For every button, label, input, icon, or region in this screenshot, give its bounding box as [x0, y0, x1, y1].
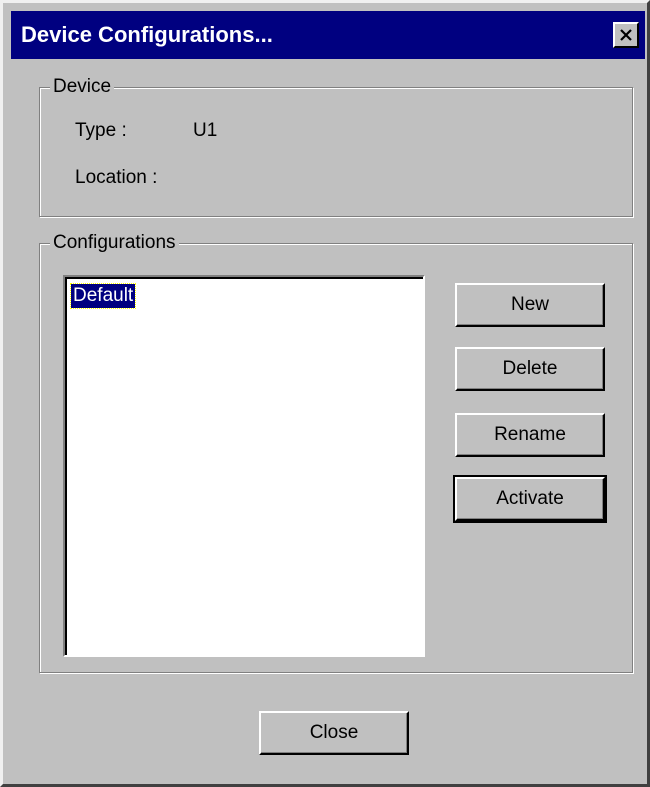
type-value: U1 — [193, 120, 218, 141]
configurations-group-label: Configurations — [50, 232, 179, 254]
list-item-default[interactable]: Default — [69, 283, 137, 309]
device-configurations-dialog: Device Configurations... Device Type : U… — [0, 0, 650, 787]
title-bar[interactable]: Device Configurations... — [11, 11, 645, 59]
rename-button[interactable]: Rename — [455, 413, 605, 457]
close-icon — [620, 29, 632, 41]
close-button[interactable]: Close — [259, 711, 409, 755]
activate-button[interactable]: Activate — [453, 475, 607, 523]
title-close-button[interactable] — [613, 22, 639, 48]
type-label: Type : — [75, 120, 127, 141]
device-group: Device — [39, 76, 633, 217]
location-label: Location : — [75, 167, 158, 188]
window-title: Device Configurations... — [21, 22, 273, 47]
delete-button[interactable]: Delete — [455, 347, 605, 391]
new-button[interactable]: New — [455, 283, 605, 327]
configurations-listbox[interactable]: Default — [63, 275, 425, 657]
device-group-label: Device — [50, 76, 115, 98]
